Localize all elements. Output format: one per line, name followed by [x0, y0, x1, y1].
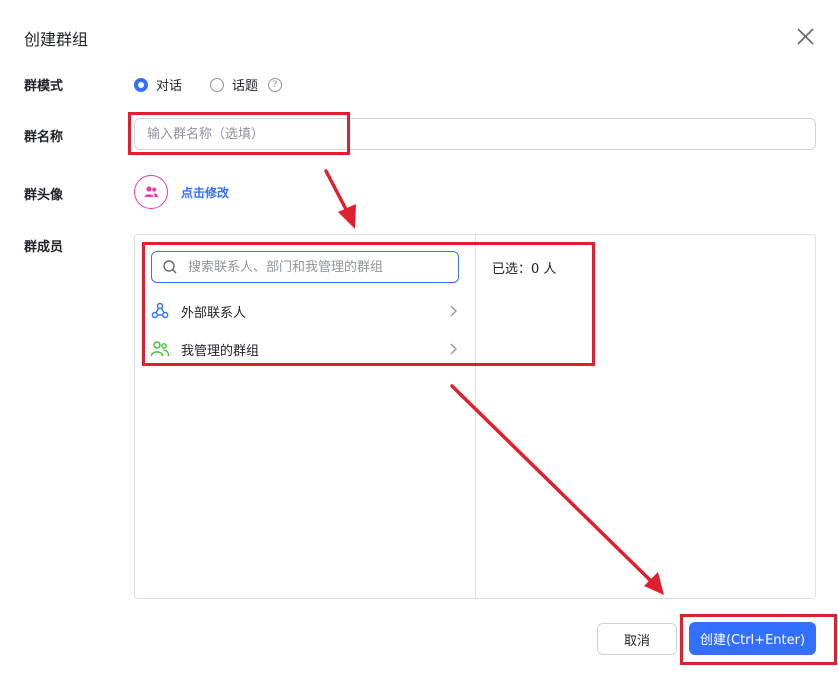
arrow-head-icon: [338, 204, 356, 229]
mode-option-topic[interactable]: 话题 ?: [210, 75, 283, 94]
group-mode-label: 群模式: [24, 79, 64, 94]
annotation-box-name: [128, 112, 350, 155]
radio-unchecked-icon: [210, 77, 224, 92]
mode-option-label: 话题: [232, 79, 259, 94]
radio-checked-icon: [134, 77, 148, 92]
cancel-button[interactable]: 取消: [597, 623, 677, 655]
close-button[interactable]: [792, 24, 818, 50]
group-members-label: 群成员: [24, 240, 64, 255]
group-avatar[interactable]: [134, 175, 168, 209]
mode-option-label: 对话: [156, 79, 183, 94]
annotation-arrow-to-members: [324, 169, 351, 217]
question-circle-icon[interactable]: ?: [268, 77, 283, 92]
close-icon: [797, 28, 814, 45]
mode-option-chat[interactable]: 对话: [134, 75, 182, 94]
group-avatar-label: 群头像: [24, 188, 64, 203]
annotation-box-create: [680, 614, 837, 665]
annotation-box-members: [142, 242, 595, 366]
dialog-title: 创建群组: [24, 30, 89, 49]
edit-avatar-link[interactable]: 点击修改: [181, 184, 229, 201]
create-group-dialog: 创建群组 群模式 对话 话题 ? 群名称 群头像 点击修改 群成员: [0, 0, 838, 675]
group-name-label: 群名称: [24, 130, 64, 145]
group-people-icon: [144, 186, 158, 197]
